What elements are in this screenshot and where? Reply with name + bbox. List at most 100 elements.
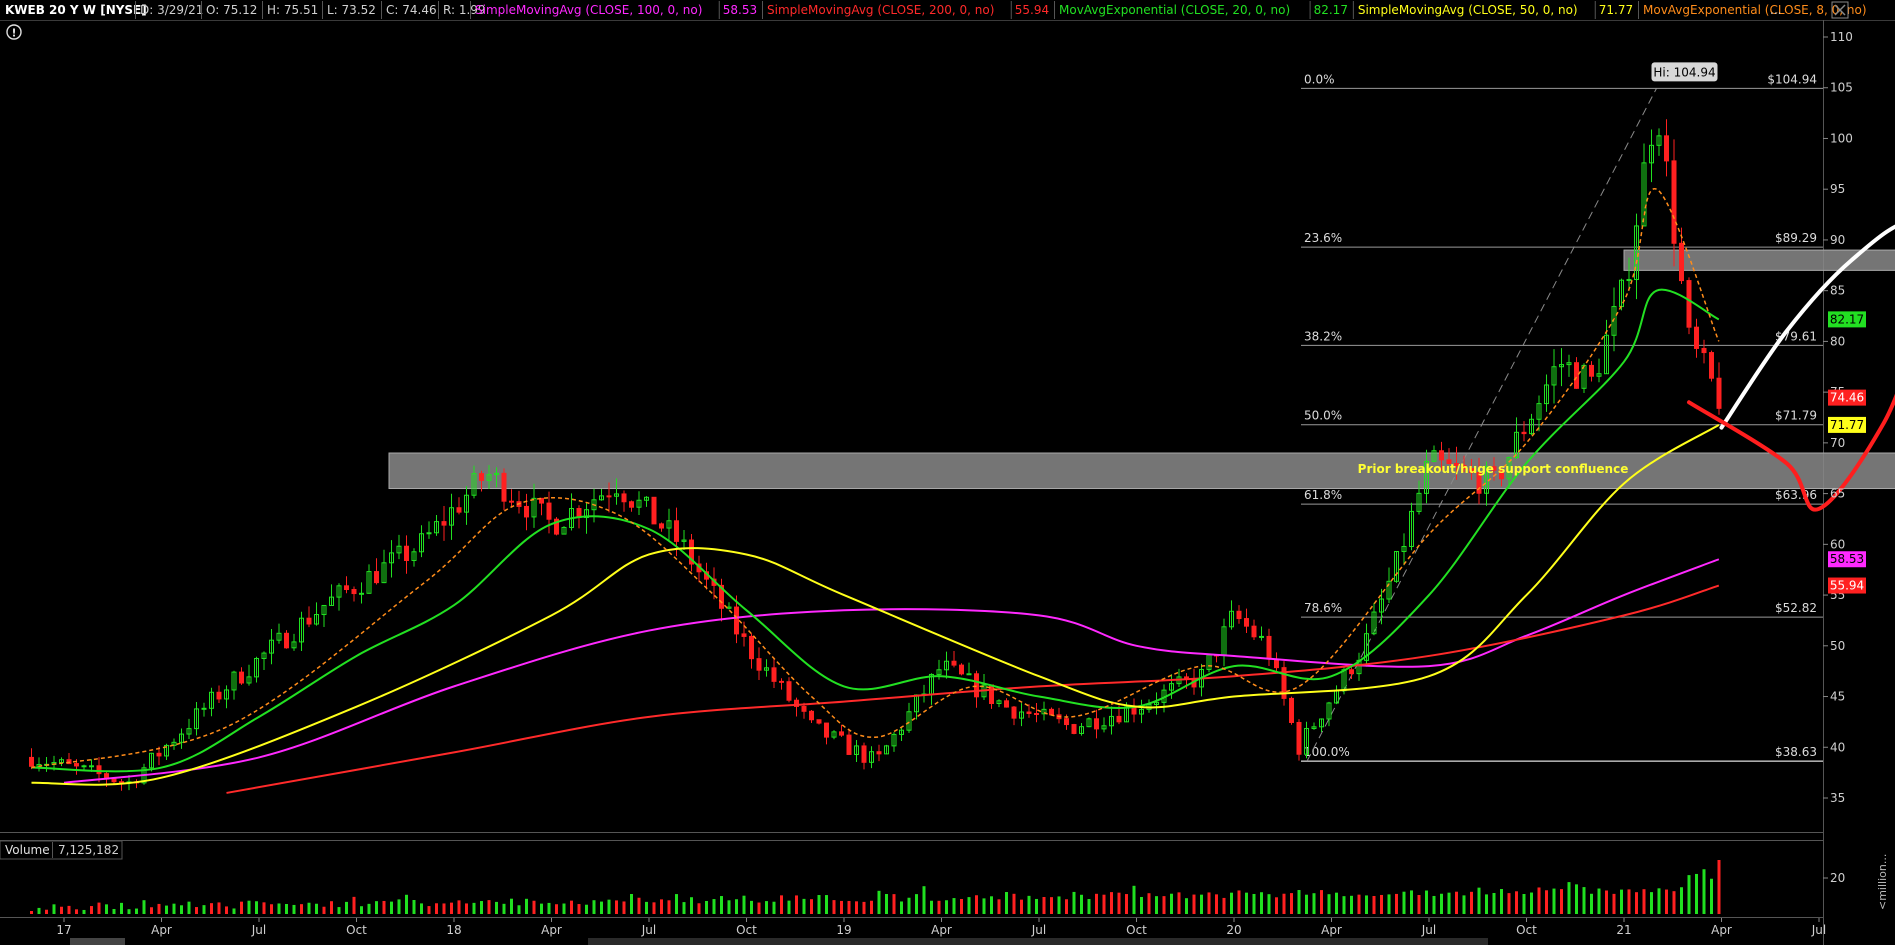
volume-bar [322, 906, 326, 914]
indicator-legend-label[interactable]: SimpleMovingAvg (CLOSE, 50, 0, no) [1358, 3, 1578, 17]
volume-bar [930, 900, 933, 914]
volume-bar [240, 901, 243, 914]
fib-level-label: 23.6% [1304, 231, 1342, 245]
volume-bar [337, 907, 341, 914]
symbol-label[interactable]: KWEB 20 Y W [NYSE] [5, 3, 147, 17]
price-badge-label: 55.94 [1830, 579, 1864, 593]
candle-body [741, 633, 747, 637]
candle-body [749, 635, 754, 660]
volume-bar [952, 898, 956, 914]
volume-bar [1110, 892, 1113, 914]
time-axis-label: Oct [1516, 923, 1537, 937]
fibonacci-retracement[interactable]: 0.0% $104.9423.6% $89.2938.2% $79.6150.0% $7… [1301, 72, 1823, 762]
volume-bar [1635, 892, 1638, 914]
candle-body [284, 632, 289, 649]
volume-bar [720, 896, 723, 914]
volume-bar [1342, 896, 1346, 914]
volume-panel[interactable]: Volume 7,125,182 20 <million... [0, 840, 1889, 914]
time-axis-label: 19 [836, 923, 851, 937]
fib-price-label: $63.96 [1775, 488, 1817, 502]
candle-body [1709, 352, 1714, 379]
volume-bar [862, 901, 866, 914]
volume-bar [735, 899, 738, 914]
volume-bar [1567, 882, 1571, 914]
time-axis-label: Jul [251, 923, 266, 937]
volume-bar [1042, 897, 1046, 914]
candlestick-chart[interactable]: KWEB 20 Y W [NYSE] D: 3/29/21 O: 75.12 H… [0, 0, 1895, 945]
volume-bar [840, 900, 843, 914]
volume-bar [397, 899, 401, 914]
volume-bar [1267, 894, 1271, 914]
candle-body [524, 505, 529, 518]
volume-bar [690, 897, 693, 914]
volume-bar [1147, 893, 1151, 914]
chart-root[interactable]: KWEB 20 Y W [NYSE] D: 3/29/21 O: 75.12 H… [0, 0, 1895, 945]
volume-bar [1425, 890, 1428, 914]
volume-bar [885, 894, 888, 914]
candle-body [1664, 135, 1669, 162]
volume-bar [922, 886, 926, 914]
candle-body [771, 667, 777, 682]
volume-bar [1072, 891, 1076, 914]
volume-bar [1410, 890, 1413, 914]
volume-bar [1050, 897, 1053, 914]
volume-bar [1102, 894, 1106, 914]
candle-body [1259, 635, 1264, 638]
price-axis-label: 40 [1830, 740, 1845, 754]
candle-body [1296, 721, 1302, 755]
volume-bar [1657, 888, 1661, 914]
volume-bar [900, 901, 903, 914]
candle-body [216, 691, 222, 700]
volume-bar [1327, 894, 1331, 914]
volume-bar [1200, 894, 1203, 914]
volume-bar [465, 903, 468, 914]
volume-bar [907, 897, 911, 914]
volume-bar [532, 900, 536, 914]
volume-bar [150, 907, 153, 914]
indicator-legend-label[interactable]: MovAvgExponential (CLOSE, 20, 0, no) [1059, 3, 1290, 17]
volume-bar [817, 895, 821, 914]
volume-bar [832, 900, 836, 914]
horizontal-scrollbar[interactable] [70, 938, 1488, 945]
volume-axis: 20 [1823, 871, 1845, 885]
fib-level-label: 38.2% [1304, 329, 1342, 343]
volume-bar [937, 900, 941, 914]
volume-bar [90, 906, 93, 914]
indicator-legend-label[interactable]: SimpleMovingAvg (CLOSE, 200, 0, no) [767, 3, 994, 17]
candle-body [824, 722, 829, 738]
high-readout: H: 75.51 [267, 3, 318, 17]
volume-bar [307, 902, 311, 914]
alert-icon[interactable]: ! [6, 24, 22, 40]
volume-bar [615, 900, 618, 914]
candle-body [629, 501, 634, 508]
candle-body [816, 719, 822, 724]
candle-body [456, 507, 462, 513]
candle-body [1574, 362, 1579, 389]
indicator-legend[interactable]: SimpleMovingAvg (CLOSE, 100, 0, no) 58.53… [470, 1, 1867, 19]
candle-body [1266, 635, 1272, 660]
indicator-legend-label[interactable]: SimpleMovingAvg (CLOSE, 100, 0, no) [475, 3, 702, 17]
indicator-legend-label[interactable]: MovAvgExponential (CLOSE, 8, 0, no) [1643, 3, 1867, 17]
volume-bar [255, 901, 258, 914]
volume-bar [195, 907, 198, 914]
volume-bar [607, 899, 611, 914]
volume-bar [1597, 888, 1601, 914]
volume-bar [555, 904, 558, 914]
time-axis[interactable]: 17 Apr Jul Oct 18 Apr Jul Oct 19 Apr Jul Oct 20 Apr Ju… [56, 918, 1895, 937]
volume-bar [1057, 896, 1061, 914]
volume-bar [1545, 890, 1548, 914]
volume-bar [247, 900, 251, 914]
support-zone-box [388, 452, 1895, 490]
volume-bar [1245, 892, 1248, 914]
annotation-label-group: Prior breakout/huge support confluence [1358, 462, 1629, 476]
candle-body [1349, 669, 1354, 675]
volume-bar [1005, 892, 1008, 914]
candle-body [1251, 625, 1257, 638]
volume-bar [1552, 888, 1556, 914]
header-ellipsis[interactable]: ... [1770, 3, 1781, 17]
candle-body [96, 765, 102, 775]
volume-bar [1500, 889, 1503, 914]
volume-bar [712, 899, 716, 914]
projection-drawing-red [1687, 393, 1895, 512]
volume-bar [630, 893, 633, 914]
